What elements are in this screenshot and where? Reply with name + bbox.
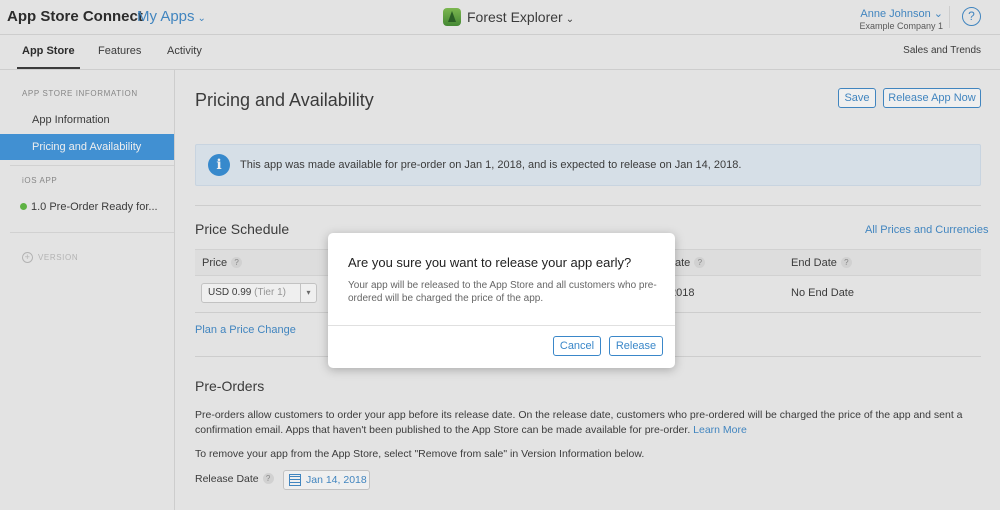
release-button[interactable]: Release: [609, 336, 663, 356]
release-confirmation-dialog: Are you sure you want to release your ap…: [328, 233, 675, 368]
dialog-title: Are you sure you want to release your ap…: [348, 255, 632, 270]
cancel-button[interactable]: Cancel: [553, 336, 601, 356]
dialog-body: Your app will be released to the App Sto…: [348, 280, 657, 304]
dialog-divider: [328, 325, 675, 326]
